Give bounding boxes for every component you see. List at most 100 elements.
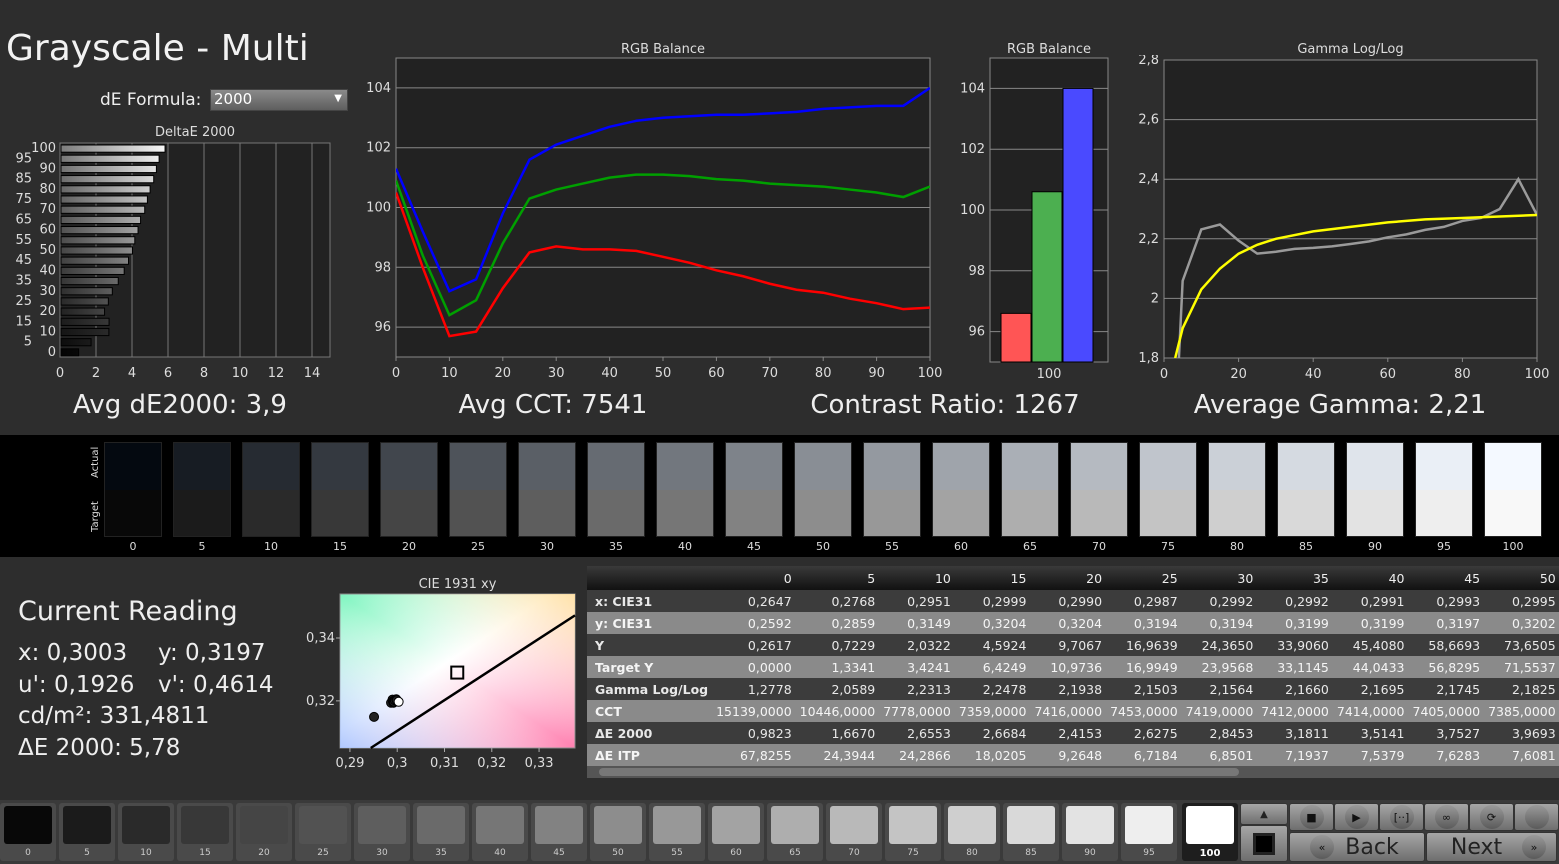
refresh-button[interactable]: ⟳ bbox=[1469, 803, 1514, 831]
patch-button-55[interactable]: 55 bbox=[649, 803, 705, 861]
y-tick-label: 10 bbox=[39, 325, 56, 340]
table-cell: 1,2778 bbox=[712, 678, 796, 700]
table-cell: 1,6670 bbox=[795, 722, 880, 744]
patch-label: 0 bbox=[25, 848, 31, 858]
back-button[interactable]: « Back bbox=[1289, 832, 1425, 862]
target-swatch bbox=[1416, 489, 1472, 536]
target-swatch bbox=[105, 489, 161, 536]
table-row: y: CIE31 0,2592 0,2859 0,3149 0,3204 0,3204 0,… bbox=[587, 612, 1559, 634]
table-header-row: 05101520253035404550556065 bbox=[587, 566, 1559, 590]
table-horizontal-scrollbar[interactable] bbox=[587, 766, 1559, 778]
patch-button-75[interactable]: 75 bbox=[885, 803, 941, 861]
target-label: Target bbox=[90, 501, 101, 532]
triangle-up-icon: ▲ bbox=[1260, 808, 1268, 820]
patch-button-45[interactable]: 45 bbox=[531, 803, 587, 861]
swatch-label: 20 bbox=[402, 540, 416, 553]
patch-color bbox=[4, 806, 52, 844]
swatch-label: 35 bbox=[609, 540, 623, 553]
column-header: 30 bbox=[1181, 566, 1258, 590]
patch-color bbox=[299, 806, 347, 844]
patch-button-20[interactable]: 20 bbox=[236, 803, 292, 861]
x-tick-label: 90 bbox=[868, 366, 885, 381]
scrollbar-thumb[interactable] bbox=[599, 768, 1239, 776]
patch-label: 40 bbox=[494, 848, 506, 858]
patch-button-15[interactable]: 15 bbox=[177, 803, 233, 861]
table-row: Y 0,2617 0,7229 2,0322 4,5924 9,7067 16,9639 24… bbox=[587, 634, 1559, 656]
y-tick-label: 0,34 bbox=[306, 631, 335, 646]
patch-button-100[interactable]: 100 bbox=[1182, 803, 1238, 861]
table-cell: 15139,0000 bbox=[712, 700, 796, 722]
deltae-bar bbox=[60, 175, 155, 184]
y-tick-label: 0 bbox=[48, 345, 56, 360]
x-tick-label: 80 bbox=[1454, 367, 1471, 382]
patch-label: 50 bbox=[612, 848, 624, 858]
table-cell: 0,2990 bbox=[1030, 590, 1107, 612]
patch-button-25[interactable]: 25 bbox=[295, 803, 351, 861]
measurement-table[interactable]: 05101520253035404550556065x: CIE310,2647… bbox=[587, 566, 1559, 766]
y-tick-label: 98 bbox=[374, 260, 391, 275]
table-cell: 10,9736 bbox=[1030, 656, 1107, 678]
loop-button[interactable]: ∞ bbox=[1424, 803, 1469, 831]
x-tick-label: 8 bbox=[200, 366, 208, 381]
play-button[interactable]: ▶ bbox=[1334, 803, 1379, 831]
patch-button-35[interactable]: 35 bbox=[413, 803, 469, 861]
patch-button-30[interactable]: 30 bbox=[354, 803, 410, 861]
patch-color bbox=[417, 806, 465, 844]
actual-label: Actual bbox=[90, 446, 101, 478]
deltae-bar bbox=[60, 154, 160, 163]
table-row: CCT 15139,0000 10446,0000 7778,0000 7359,000… bbox=[587, 700, 1559, 722]
next-button[interactable]: Next » bbox=[1426, 832, 1557, 862]
table-cell: 7414,0000 bbox=[1332, 700, 1409, 722]
table-cell: 71,5537 bbox=[1484, 656, 1559, 678]
table-cell: 0,3204 bbox=[954, 612, 1031, 634]
patch-button-65[interactable]: 65 bbox=[767, 803, 823, 861]
grayscale-swatch bbox=[1070, 442, 1128, 537]
x-tick-label: 4 bbox=[128, 366, 136, 381]
deltae-bar bbox=[60, 236, 136, 245]
patch-button-50[interactable]: 50 bbox=[590, 803, 646, 861]
x-tick-label: 12 bbox=[268, 366, 285, 381]
patch-label: 80 bbox=[966, 848, 978, 858]
y-tick-label: 80 bbox=[39, 182, 56, 197]
patch-button-85[interactable]: 85 bbox=[1003, 803, 1059, 861]
x-tick-label: 0 bbox=[1160, 367, 1168, 382]
stop-button[interactable]: ■ bbox=[1289, 803, 1334, 831]
table-cell: 3,5141 bbox=[1332, 722, 1409, 744]
table-cell: 18,0205 bbox=[954, 744, 1031, 766]
de-formula-select[interactable]: 2000 ▼ bbox=[210, 89, 348, 111]
current-luminance: cd/m²: 331,4811 bbox=[18, 703, 210, 729]
measure-bracket-button[interactable]: [··] bbox=[1379, 803, 1424, 831]
scroll-up-button[interactable]: ▲ bbox=[1240, 803, 1288, 825]
current-y: y: 0,3197 bbox=[158, 640, 266, 666]
column-header: 35 bbox=[1257, 566, 1333, 590]
patch-button-80[interactable]: 80 bbox=[944, 803, 1000, 861]
target-swatch bbox=[726, 489, 782, 536]
patch-button-90[interactable]: 90 bbox=[1062, 803, 1118, 861]
grayscale-swatch bbox=[1484, 442, 1542, 537]
table-cell: 0,2992 bbox=[1257, 590, 1333, 612]
actual-swatch bbox=[381, 443, 437, 490]
record-button[interactable] bbox=[1514, 803, 1559, 831]
patch-button-60[interactable]: 60 bbox=[708, 803, 764, 861]
y-tick-label: 90 bbox=[39, 161, 56, 176]
patch-button-95[interactable]: 95 bbox=[1121, 803, 1177, 861]
patch-button-40[interactable]: 40 bbox=[472, 803, 528, 861]
deltae-bar bbox=[60, 317, 110, 326]
patch-color bbox=[830, 806, 878, 844]
actual-swatch bbox=[933, 443, 989, 490]
patch-button-10[interactable]: 10 bbox=[118, 803, 174, 861]
cie-chart: 0,29 0,3 0,31 0,32 0,33 0,32 0,34 bbox=[306, 593, 576, 771]
patch-button-5[interactable]: 5 bbox=[59, 803, 115, 861]
swatch-label: 65 bbox=[1023, 540, 1037, 553]
patch-button-70[interactable]: 70 bbox=[826, 803, 882, 861]
grayscale-swatch bbox=[311, 442, 369, 537]
stop-square-button[interactable] bbox=[1240, 825, 1288, 862]
patch-label: 85 bbox=[1025, 848, 1037, 858]
patch-button-0[interactable]: 0 bbox=[0, 803, 56, 861]
patch-label: 95 bbox=[1143, 848, 1155, 858]
y-tick-label: 60 bbox=[39, 223, 56, 238]
measure-bracket-icon: [··] bbox=[1389, 805, 1414, 829]
y-tick-label: 15 bbox=[15, 314, 32, 329]
actual-swatch bbox=[1140, 443, 1196, 490]
y-tick-label: 55 bbox=[15, 233, 32, 248]
